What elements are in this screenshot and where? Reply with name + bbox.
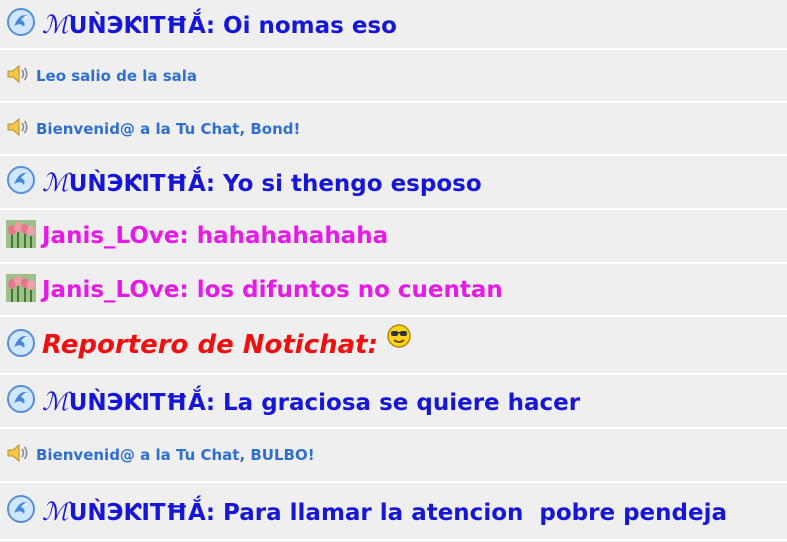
tulips-icon [6, 220, 36, 252]
message-text: La graciosa se quiere hacer [223, 389, 581, 416]
system-message: Leo salio de la sala [0, 50, 787, 103]
separator: : [179, 223, 197, 249]
chat-message: Janis_LOve: hahahahahaha [0, 210, 787, 264]
dolphin-icon [6, 384, 36, 418]
message-text: Leo salio de la sala [36, 66, 198, 85]
tulips-icon [6, 273, 36, 306]
chat-message: ℳUǸЭƘITĦẮ: Yo si thengo esposo [0, 156, 787, 210]
nickname: UǸЭƘITĦẮ [68, 12, 206, 39]
message-text: los difuntos no cuentan [196, 276, 503, 303]
dolphin-icon [6, 328, 36, 362]
separator: : [205, 499, 224, 526]
message-text: Bienvenid@ a la Tu Chat, Bond! [36, 119, 301, 138]
dolphin-icon [6, 7, 36, 41]
system-message: Bienvenid@ a la Tu Chat, BULBO! [0, 429, 787, 483]
nick-initial: ℳ [42, 386, 69, 416]
separator: : [179, 276, 197, 303]
message-text: Bienvenid@ a la Tu Chat, BULBO! [36, 446, 315, 464]
system-message: Bienvenid@ a la Tu Chat, Bond! [0, 103, 787, 156]
chat-log: ℳUǸЭƘITĦẮ: Oi nomas eso Leo salio de la … [0, 0, 787, 541]
speaker-icon [6, 116, 30, 142]
chat-message: ℳUǸЭƘITĦẮ: Oi nomas eso [0, 0, 787, 50]
nickname: Janis_LOve [42, 276, 180, 303]
dolphin-icon [6, 165, 36, 199]
sunglasses-smiley-icon [386, 323, 412, 353]
message-text: Para llamar la atencion pobre pendeja [223, 499, 727, 526]
nickname: Janis_LOve [42, 223, 180, 249]
message-text: Oi nomas eso [223, 12, 397, 39]
message-text: Yo si thengo esposo [223, 170, 482, 197]
nick-initial: ℳ [42, 496, 69, 526]
chat-message: ℳUǸЭƘITĦẮ: La graciosa se quiere hacer [0, 375, 787, 429]
speaker-icon [6, 63, 30, 89]
chat-message: ℳUǸЭƘITĦẮ: Para llamar la atencion pobre… [0, 483, 787, 541]
dolphin-icon [6, 494, 36, 528]
chat-message: Janis_LOve: los difuntos no cuentan [0, 264, 787, 317]
message-text: hahahahahaha [196, 223, 389, 249]
separator: : [205, 389, 224, 416]
separator: : [205, 170, 224, 197]
speaker-icon [6, 442, 30, 468]
nick-initial: ℳ [42, 9, 69, 39]
nickname: UǸЭƘITĦẮ [68, 499, 206, 526]
separator: : [205, 12, 224, 39]
chat-message: Reportero de Notichat: [0, 317, 787, 375]
nickname: UǸЭƘITĦẮ [68, 170, 206, 197]
nickname: UǸЭƘITĦẮ [68, 389, 206, 416]
nick-initial: ℳ [42, 167, 69, 197]
nickname: Reportero de Notichat: [42, 330, 379, 360]
